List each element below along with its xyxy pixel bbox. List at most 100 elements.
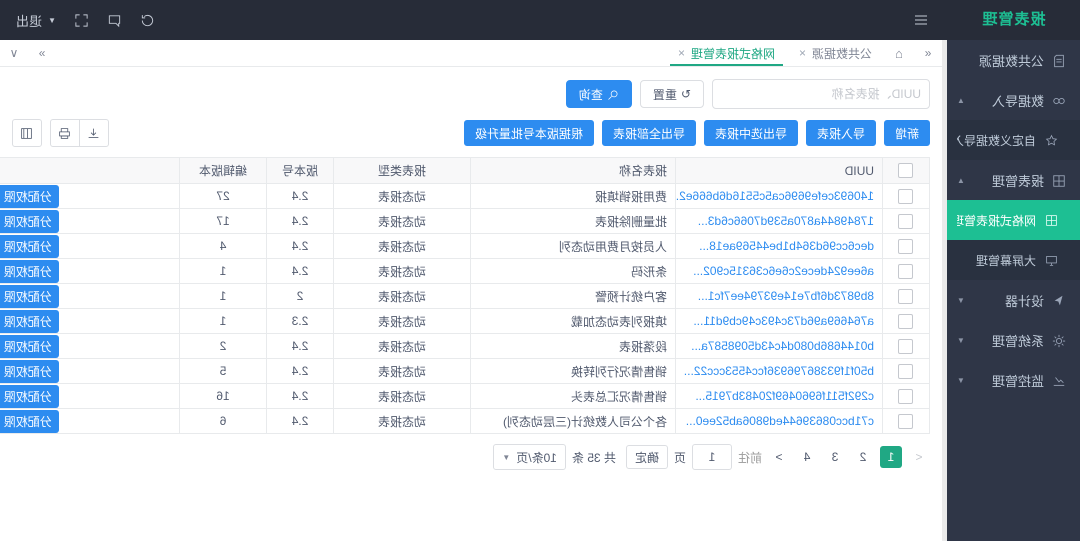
logout-label: 退出 xyxy=(16,11,42,30)
row-checkbox[interactable] xyxy=(899,314,914,329)
tab-public-datasource[interactable]: 公共数据源 × xyxy=(787,40,884,66)
uuid-link[interactable]: 17849844a870a539d7066c6d3... xyxy=(698,214,874,228)
sidebar-item-label: 监控管理 xyxy=(965,371,1044,390)
search-button[interactable]: 查询 xyxy=(566,80,632,108)
row-checkbox[interactable] xyxy=(899,289,914,304)
column-settings-icon[interactable] xyxy=(12,119,42,147)
uuid-link[interactable]: 140693cefe9696ca5c5516d6b666e2... xyxy=(676,189,875,203)
close-icon[interactable]: × xyxy=(799,46,806,60)
grid-icon xyxy=(1050,172,1066,188)
uuid-link[interactable]: a6ee924dece2c6e6c36315c902... xyxy=(693,264,874,278)
uuid-link[interactable]: b0144686b080d4c43d5098587a... xyxy=(691,339,874,353)
close-icon[interactable]: × xyxy=(678,46,685,60)
sidebar: 报表管理 公共数据源 数据导入 ▲ 自定义数据导入 报表管理 ▲ 网格式报表管理… xyxy=(947,0,1080,541)
assign-permission-button[interactable]: 分配权限 xyxy=(0,210,59,233)
row-checkbox[interactable] xyxy=(899,389,914,404)
printer-icon[interactable] xyxy=(50,119,80,147)
batch-upgrade-by-version-button[interactable]: 根据版本号批量升级 xyxy=(464,120,594,146)
assign-permission-button[interactable]: 分配权限 xyxy=(0,260,59,283)
uuid-link[interactable]: c71bcc08639644ed9806ab52ee0... xyxy=(686,414,874,428)
assign-permission-button[interactable]: 分配权限 xyxy=(0,235,59,258)
confirm-page-button[interactable]: 确定 xyxy=(626,445,668,469)
assign-permission-button[interactable]: 分配权限 xyxy=(0,285,59,308)
uuid-link[interactable]: 8b9873d6fb7e14e93794ee7fc1... xyxy=(698,289,874,303)
report-table-wrapper: UUID 报表名称 报表类型 版本号 编辑版本 操作 140693cefe969… xyxy=(12,157,930,434)
page-button-2[interactable]: 2 xyxy=(852,446,874,468)
edit-version-cell: 4 xyxy=(180,234,267,259)
page-size-value: 10条/页 xyxy=(516,449,557,466)
grid-icon xyxy=(1042,213,1058,227)
app-window: 报表管理 公共数据源 数据导入 ▲ 自定义数据导入 报表管理 ▲ 网格式报表管理… xyxy=(0,0,1080,541)
edit-version-cell: 27 xyxy=(180,184,267,209)
home-tab-icon[interactable]: ⌂ xyxy=(884,46,914,61)
row-checkbox[interactable] xyxy=(899,264,914,279)
chart-icon xyxy=(1050,372,1066,388)
row-checkbox[interactable] xyxy=(899,364,914,379)
refresh-icon[interactable] xyxy=(140,13,155,28)
caret-down-icon: ▼ xyxy=(502,453,510,462)
scroll-tabs-right-icon[interactable]: » xyxy=(28,46,56,60)
uuid-link[interactable]: b50f1f93386796936fcc4553ccc22... xyxy=(684,364,874,378)
report-name-cell: 人员按月费用动态列 xyxy=(471,234,676,259)
row-checkbox[interactable] xyxy=(899,339,914,354)
fullscreen-icon[interactable] xyxy=(74,13,89,28)
row-checkbox[interactable] xyxy=(899,239,914,254)
sidebar-item-grid-report-management[interactable]: 网格式报表管理 xyxy=(947,200,1080,240)
page-button-1[interactable]: 1 xyxy=(880,446,902,468)
sidebar-item-public-datasource[interactable]: 公共数据源 xyxy=(947,40,1080,80)
download-icon[interactable] xyxy=(79,119,109,147)
table-tools xyxy=(12,119,109,147)
column-header-edit-version: 编辑版本 xyxy=(180,158,267,184)
next-page-arrow[interactable]: > xyxy=(768,446,790,468)
sidebar-item-monitor-management[interactable]: 监控管理 ▼ xyxy=(947,360,1080,400)
export-all-button[interactable]: 导出全部报表 xyxy=(602,120,696,146)
version-cell: 2.4 xyxy=(267,184,334,209)
uuid-link[interactable]: a764669a96d73c493c49cb9d11... xyxy=(693,314,874,328)
page-unit-label: 页 xyxy=(674,449,686,466)
sidebar-item-system-management[interactable]: 系统管理 ▼ xyxy=(947,320,1080,360)
star-icon xyxy=(1042,133,1058,147)
assign-permission-button[interactable]: 分配权限 xyxy=(0,310,59,333)
assign-permission-button[interactable]: 分配权限 xyxy=(0,410,59,433)
export-print-button-group xyxy=(50,119,109,147)
logout-menu[interactable]: ▼ 退出 xyxy=(16,11,56,30)
assign-permission-button[interactable]: 分配权限 xyxy=(0,335,59,358)
report-type-cell: 动态报表 xyxy=(334,334,471,359)
search-input[interactable] xyxy=(712,79,930,109)
sidebar-item-custom-data-import[interactable]: 自定义数据导入 xyxy=(947,120,1080,160)
row-checkbox[interactable] xyxy=(899,214,914,229)
uuid-link[interactable]: c292f511f6960469f20483b7915... xyxy=(695,389,874,403)
page-jump-input[interactable] xyxy=(692,444,732,470)
page-button-4[interactable]: 4 xyxy=(796,446,818,468)
row-checkbox[interactable] xyxy=(899,189,914,204)
edit-version-cell: 1 xyxy=(180,259,267,284)
reset-button[interactable]: ↻ 重置 xyxy=(640,80,704,108)
app-logo-title: 报表管理 xyxy=(947,0,1080,40)
prev-page-arrow[interactable]: < xyxy=(908,446,930,468)
scroll-tabs-left-icon[interactable]: « xyxy=(914,46,942,60)
sidebar-item-report-management[interactable]: 报表管理 ▲ xyxy=(947,160,1080,200)
import-report-button[interactable]: 导入报表 xyxy=(806,120,876,146)
page-button-3[interactable]: 3 xyxy=(824,446,846,468)
page-size-select[interactable]: 10条/页 ▼ xyxy=(493,444,566,470)
sidebar-item-designer[interactable]: 设计器 ▼ xyxy=(947,280,1080,320)
assign-permission-button[interactable]: 分配权限 xyxy=(0,360,59,383)
row-checkbox[interactable] xyxy=(899,414,914,429)
select-all-checkbox[interactable] xyxy=(899,163,914,178)
assign-permission-button[interactable]: 分配权限 xyxy=(0,385,59,408)
sidebar-item-data-import[interactable]: 数据导入 ▲ xyxy=(947,80,1080,120)
sidebar-item-label: 数据导入 xyxy=(965,91,1044,110)
assign-permission-button[interactable]: 分配权限 xyxy=(0,185,59,208)
sidebar-item-big-screen-management[interactable]: 大屏幕管理 xyxy=(947,240,1080,280)
sidebar-collapse-icon[interactable] xyxy=(913,12,929,28)
add-button[interactable]: 新增 xyxy=(884,120,930,146)
sidebar-item-label: 公共数据源 xyxy=(957,51,1044,70)
table-row: a764669a96d73c493c49cb9d11... 填报列表动态加载 动… xyxy=(0,309,930,334)
tab-options-chevron-icon[interactable]: ∨ xyxy=(0,46,28,60)
tab-bar: « ⌂ 公共数据源 × 网格式报表管理 × » ∨ xyxy=(0,40,942,67)
export-selected-button[interactable]: 导出选中报表 xyxy=(704,120,798,146)
version-cell: 2.4 xyxy=(267,359,334,384)
uuid-link[interactable]: dec6cc96d364b1be44569ae18... xyxy=(699,239,874,253)
message-icon[interactable] xyxy=(107,13,122,28)
tab-grid-report-management[interactable]: 网格式报表管理 × xyxy=(666,40,787,66)
